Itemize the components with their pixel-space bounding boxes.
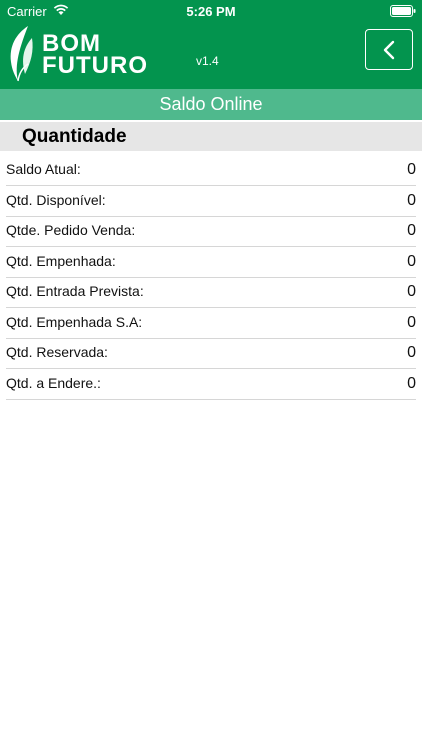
- row-value: 0: [407, 222, 416, 239]
- app-header: Carrier 5:26 PM BOM FUTURO v1.4: [0, 0, 422, 89]
- row-value: 0: [407, 313, 416, 331]
- row-value: 0: [407, 161, 416, 178]
- row-label: Qtde. Pedido Venda:: [6, 222, 136, 238]
- chevron-left-icon: [383, 40, 395, 59]
- row-qtd-entrada-prevista: Qtd. Entrada Prevista: 0: [6, 278, 416, 308]
- logo-text-futuro: FUTURO: [42, 52, 148, 79]
- page-title: Saldo Online: [159, 94, 263, 114]
- row-value: 0: [407, 283, 416, 300]
- row-qtd-disponivel: Qtd. Disponível: 0: [6, 187, 416, 217]
- status-time: 5:26 PM: [186, 4, 236, 19]
- back-button[interactable]: [365, 29, 413, 70]
- leaf-icon: [10, 26, 33, 82]
- row-saldo-atual: Saldo Atual: 0: [6, 156, 416, 186]
- row-label: Saldo Atual:: [6, 161, 81, 177]
- status-bar: Carrier 5:26 PM: [0, 0, 422, 22]
- row-qtde-pedido-venda: Qtde. Pedido Venda: 0: [6, 217, 416, 247]
- row-qtd-empenhada-sa: Qtd. Empenhada S.A: 0: [6, 309, 416, 339]
- section-title: Quantidade: [22, 126, 127, 147]
- row-value: 0: [407, 374, 416, 392]
- row-label: Qtd. Disponível:: [6, 191, 106, 208]
- page-title-bar: Saldo Online: [0, 89, 422, 120]
- section-header: Quantidade: [0, 122, 422, 151]
- row-qtd-reservada: Qtd. Reservada: 0: [6, 339, 416, 369]
- version-label: v1.4: [196, 54, 219, 68]
- row-label: Qtd. Empenhada:: [6, 252, 116, 269]
- row-value: 0: [407, 191, 416, 209]
- bom-futuro-logo: BOM FUTURO v1.4: [6, 24, 226, 86]
- row-qtd-a-endere: Qtd. a Endere.: 0: [6, 370, 416, 400]
- battery-icon: [390, 5, 416, 17]
- quantity-list: Saldo Atual: 0 Qtd. Disponível: 0 Qtde. …: [6, 156, 416, 400]
- row-label: Qtd. Empenhada S.A:: [6, 313, 143, 330]
- row-value: 0: [407, 344, 416, 361]
- row-label: Qtd. Entrada Prevista:: [6, 283, 144, 299]
- row-label: Qtd. a Endere.:: [6, 374, 101, 391]
- row-qtd-empenhada: Qtd. Empenhada: 0: [6, 248, 416, 278]
- row-value: 0: [407, 252, 416, 270]
- row-label: Qtd. Reservada:: [6, 344, 108, 360]
